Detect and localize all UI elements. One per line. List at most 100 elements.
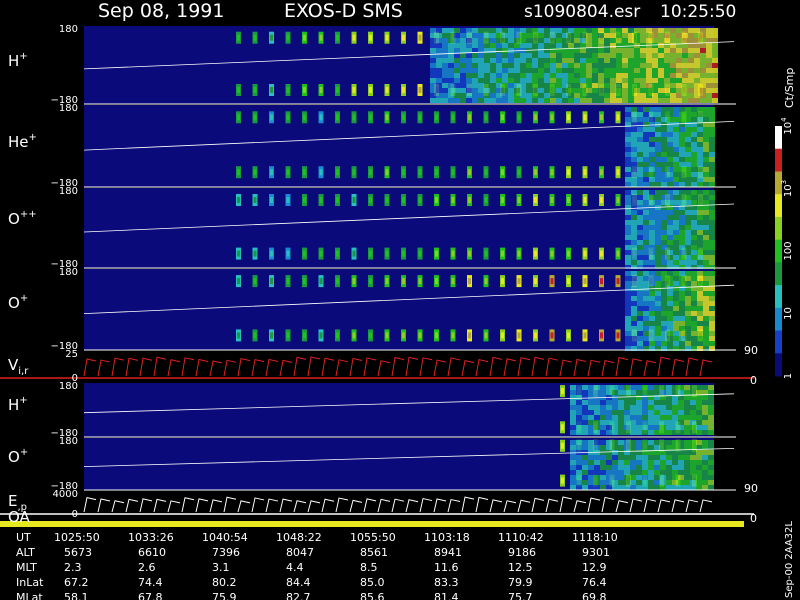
density-cell xyxy=(649,306,655,311)
density-cell xyxy=(648,470,654,475)
density-cell xyxy=(672,410,678,415)
density-cell xyxy=(658,68,664,73)
density-cell xyxy=(690,410,696,415)
density-cell xyxy=(508,58,514,63)
density-cell xyxy=(649,281,655,286)
density-cell xyxy=(703,117,709,122)
density-cell xyxy=(655,162,661,167)
density-cell xyxy=(661,250,667,255)
density-cell xyxy=(690,405,696,410)
density-cell xyxy=(526,28,532,33)
density-cell xyxy=(703,215,709,220)
density-cell xyxy=(568,53,574,58)
density-cell xyxy=(624,450,630,455)
colorbar: 110100103104 xyxy=(775,117,794,379)
density-cell xyxy=(666,485,672,490)
density-cell xyxy=(678,470,684,475)
density-cell xyxy=(666,475,672,480)
density-cell xyxy=(625,230,631,235)
density-cell xyxy=(588,460,594,465)
density-cell xyxy=(610,73,616,78)
density-cell xyxy=(637,147,643,152)
density-cell xyxy=(562,33,568,38)
density-cell xyxy=(580,78,586,83)
density-cell xyxy=(642,400,648,405)
density-cell xyxy=(685,250,691,255)
density-cell xyxy=(448,33,454,38)
density-cell xyxy=(594,445,600,450)
density-cell xyxy=(562,53,568,58)
density-cell xyxy=(562,68,568,73)
spin-feature-core xyxy=(583,197,587,203)
density-cell xyxy=(678,480,684,485)
density-cell xyxy=(606,465,612,470)
density-cell xyxy=(664,58,670,63)
density-cell xyxy=(682,48,688,53)
density-cell xyxy=(625,147,631,152)
density-cell xyxy=(460,38,466,43)
density-cell xyxy=(556,68,562,73)
density-cell xyxy=(616,88,622,93)
density-cell xyxy=(696,405,702,410)
density-cell xyxy=(643,296,649,301)
density-cell xyxy=(570,460,576,465)
density-cell xyxy=(694,33,700,38)
density-cell xyxy=(655,316,661,321)
density-cell xyxy=(436,43,442,48)
density-cell xyxy=(652,73,658,78)
density-cell xyxy=(679,321,685,326)
ephemeris-cell: 81.4 xyxy=(434,591,459,600)
density-cell xyxy=(661,210,667,215)
density-cell xyxy=(664,98,670,103)
density-cell xyxy=(538,78,544,83)
density-cell xyxy=(574,43,580,48)
header-file: s1090804.esr xyxy=(524,2,640,22)
ephemeris-cell: 11.6 xyxy=(434,561,459,574)
density-cell xyxy=(654,390,660,395)
density-cell xyxy=(649,326,655,331)
density-cell xyxy=(484,53,490,58)
spin-feature-core xyxy=(286,250,290,257)
density-cell xyxy=(496,33,502,38)
density-cell xyxy=(661,157,667,162)
density-cell xyxy=(649,230,655,235)
density-cell xyxy=(709,132,715,137)
density-cell xyxy=(648,420,654,425)
density-cell xyxy=(625,250,631,255)
density-cell xyxy=(598,83,604,88)
density-cell xyxy=(658,98,664,103)
density-cell xyxy=(658,43,664,48)
density-cell xyxy=(490,58,496,63)
density-cell xyxy=(706,33,712,38)
density-cell xyxy=(708,415,714,420)
density-cell xyxy=(660,410,666,415)
density-cell xyxy=(526,43,532,48)
density-cell xyxy=(664,48,670,53)
panel-label-9: OA xyxy=(8,508,31,526)
density-cell xyxy=(679,250,685,255)
density-cell xyxy=(604,78,610,83)
density-cell xyxy=(709,250,715,255)
density-cell xyxy=(640,68,646,73)
density-cell xyxy=(673,336,679,341)
density-cell xyxy=(630,425,636,430)
density-cell xyxy=(586,88,592,93)
density-cell xyxy=(685,177,691,182)
density-cell xyxy=(582,415,588,420)
density-cell xyxy=(649,250,655,255)
density-cell xyxy=(643,326,649,331)
density-cell xyxy=(694,93,700,98)
density-cell xyxy=(598,53,604,58)
density-cell xyxy=(582,390,588,395)
density-cell xyxy=(679,195,685,200)
density-cell xyxy=(454,93,460,98)
density-cell xyxy=(576,390,582,395)
density-cell xyxy=(709,321,715,326)
density-cell xyxy=(508,28,514,33)
density-cell xyxy=(616,48,622,53)
density-cell xyxy=(661,107,667,112)
density-cell xyxy=(616,38,622,43)
density-cell xyxy=(606,415,612,420)
density-cell xyxy=(594,480,600,485)
spin-feature-core xyxy=(600,169,603,176)
